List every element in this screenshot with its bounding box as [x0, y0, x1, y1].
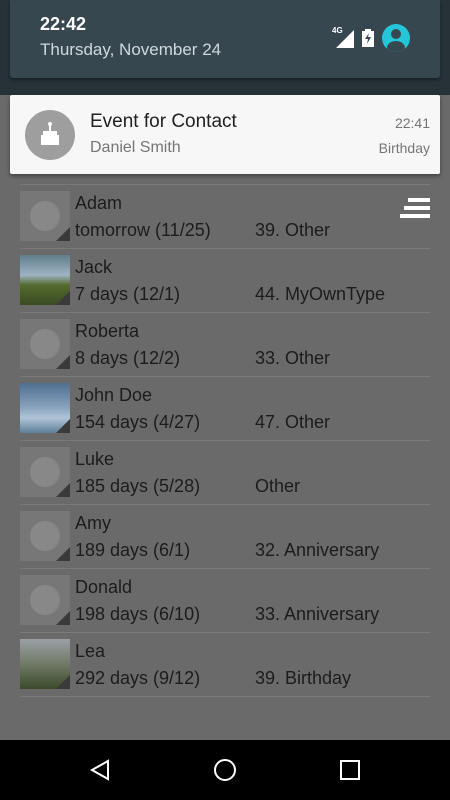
contact-avatar	[20, 191, 70, 241]
contact-name: John Doe	[75, 385, 153, 405]
list-item[interactable]: John Doe 154 days (4/27) 47. Other	[20, 377, 430, 441]
event-countdown: 292 days (9/12)	[75, 668, 201, 688]
contact-name: Donald	[75, 577, 133, 597]
notification-time: 22:41	[394, 115, 430, 131]
contact-avatar	[20, 511, 70, 561]
back-icon[interactable]	[88, 758, 112, 782]
contact-name: Jack	[75, 257, 113, 277]
notification-event-type: Birthday	[378, 140, 430, 156]
navigation-bar	[0, 740, 450, 800]
event-type: Other	[255, 476, 301, 496]
event-countdown: 185 days (5/28)	[75, 476, 201, 496]
contact-name: Luke	[75, 449, 115, 469]
list-item[interactable]: Amy 189 days (6/1) 32. Anniversary	[20, 505, 430, 569]
contact-name: Amy	[75, 513, 111, 533]
contact-name: Adam	[75, 193, 123, 213]
event-type: 39. Birthday	[255, 668, 352, 688]
home-icon[interactable]	[213, 758, 237, 782]
quick-settings-header[interactable]: 22:42 Thursday, November 24 4G	[10, 0, 440, 78]
event-countdown: 198 days (6/10)	[75, 604, 201, 624]
event-countdown: 189 days (6/1)	[75, 540, 191, 560]
list-item[interactable]: Roberta 8 days (12/2) 33. Other	[20, 313, 430, 377]
list-item[interactable]: Jack 7 days (12/1) 44. MyOwnType	[20, 249, 430, 313]
birthday-cake-icon	[25, 110, 75, 160]
list-item[interactable]: Donald 198 days (6/10) 33. Anniversary	[20, 569, 430, 633]
event-type: 44. MyOwnType	[255, 284, 386, 304]
status-date: Thursday, November 24	[40, 40, 222, 59]
signal-icon: 4G	[332, 26, 354, 48]
contact-avatar	[20, 319, 70, 369]
event-type: 33. Anniversary	[255, 604, 380, 624]
contact-photo	[20, 383, 70, 433]
list-item[interactable]: Lea 292 days (9/12) 39. Birthday	[20, 633, 430, 697]
contact-name: Lea	[75, 641, 106, 661]
event-type: 32. Anniversary	[255, 540, 380, 560]
network-type-label: 4G	[332, 26, 343, 35]
user-account-icon[interactable]	[382, 24, 410, 52]
event-type: 33. Other	[255, 348, 331, 368]
notification-shade: 22:42 Thursday, November 24 4G	[0, 0, 450, 95]
list-item[interactable]: Luke 185 days (5/28) Other	[20, 441, 430, 505]
event-type: 39. Other	[255, 220, 331, 240]
list-item[interactable]: Adam tomorrow (11/25) 39. Other	[20, 184, 430, 249]
event-countdown: tomorrow (11/25)	[75, 220, 211, 240]
contact-event-list: Adam tomorrow (11/25) 39. Other Jack 7 d…	[20, 184, 430, 697]
status-icons: 4G	[332, 24, 410, 52]
notification-contact: Daniel Smith	[90, 139, 181, 156]
status-time: 22:42	[40, 14, 87, 34]
contact-photo	[20, 639, 70, 689]
event-countdown: 154 days (4/27)	[75, 412, 201, 432]
event-countdown: 7 days (12/1)	[75, 284, 181, 304]
contact-avatar	[20, 575, 70, 625]
notification-title: Event for Contact	[90, 111, 237, 132]
recents-icon[interactable]	[338, 758, 362, 782]
event-countdown: 8 days (12/2)	[75, 348, 181, 368]
contact-photo	[20, 255, 70, 305]
contact-name: Roberta	[75, 321, 140, 341]
event-notification[interactable]: Event for Contact Daniel Smith 22:41 Bir…	[10, 95, 440, 174]
event-type: 47. Other	[255, 412, 331, 432]
battery-icon	[362, 29, 374, 47]
contact-avatar	[20, 447, 70, 497]
